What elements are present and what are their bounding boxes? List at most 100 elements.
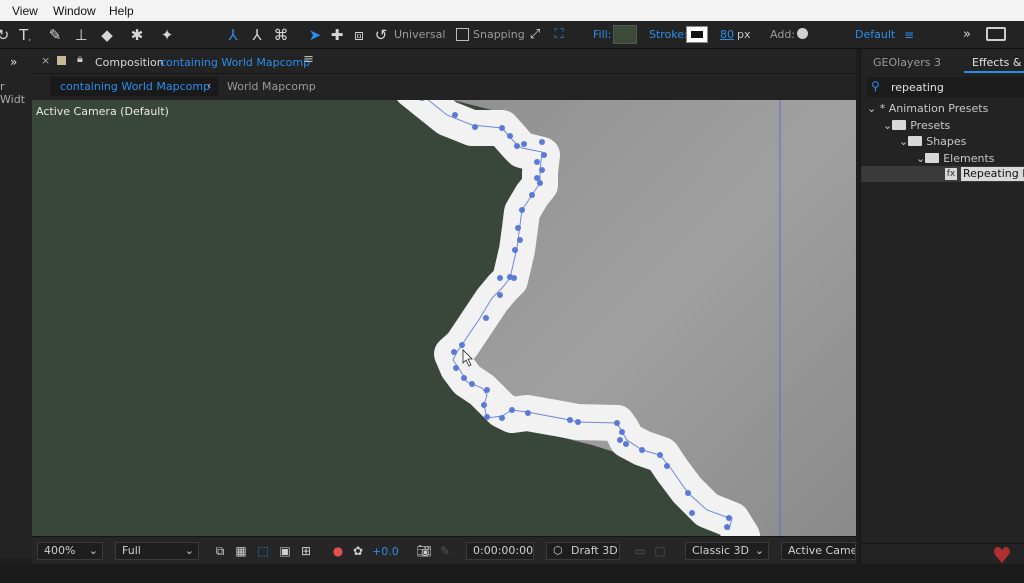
- fast-previews-icon[interactable]: ⧉: [212, 543, 228, 559]
- tab-world-mapcomp[interactable]: World Mapcomp: [227, 80, 316, 93]
- chevron-down-icon: ⌄: [867, 102, 877, 115]
- draft3d-icon: ⬡: [553, 544, 563, 557]
- exposure-value[interactable]: +0.0: [372, 545, 399, 558]
- search-field[interactable]: ⚲ repeating: [867, 77, 1024, 97]
- mask-visibility-icon[interactable]: ⬚: [255, 543, 271, 559]
- heart-logo-icon: ♥: [992, 544, 1012, 569]
- brush-tool-icon[interactable]: ✎: [44, 25, 66, 45]
- tab-geolayers[interactable]: GEOlayers 3: [873, 56, 941, 69]
- ground-plane-icon: ▭: [634, 544, 646, 558]
- current-time-display[interactable]: 0:00:00:00: [466, 542, 534, 560]
- composition-viewer[interactable]: Active Camera (Default): [32, 100, 856, 536]
- stroke-width-value[interactable]: 80: [720, 28, 734, 41]
- workspace-default[interactable]: Default: [855, 28, 895, 41]
- stroke-unit: px: [737, 28, 751, 41]
- active-tab-indicator: [964, 71, 1024, 73]
- type-tool-icon[interactable]: T,: [14, 25, 36, 45]
- menu-bar: View Window Help: [0, 0, 1024, 21]
- draft3d-label: Draft 3D: [571, 544, 618, 557]
- tree-presets[interactable]: ⌄ Presets: [883, 119, 950, 132]
- channel-icon[interactable]: ●: [330, 543, 346, 559]
- tab-active-comp-label: containing World Mapcomp: [60, 80, 211, 93]
- chevron-down-icon: ⌄: [184, 544, 194, 557]
- search-input[interactable]: repeating: [891, 81, 944, 94]
- chevron-left-icon: ‹: [207, 79, 212, 92]
- roto-brush-tool-icon[interactable]: ✱: [126, 25, 148, 45]
- add-menu-icon[interactable]: [797, 28, 808, 39]
- left-panel-label: r Widt: [0, 80, 25, 106]
- move-tool-icon[interactable]: ✚: [326, 25, 348, 45]
- stroke-swatch[interactable]: [686, 26, 708, 43]
- 3d-view-dropdown[interactable]: Active Camer...: [781, 542, 856, 560]
- snap-feather-icon[interactable]: ⛶: [548, 25, 570, 45]
- rotate-tool-icon[interactable]: ↻: [0, 25, 14, 45]
- resolution-dropdown[interactable]: Full ⌄: [115, 542, 199, 560]
- tree-label: * Animation Presets: [879, 102, 989, 115]
- tree-elements[interactable]: ⌄ Elements: [916, 152, 995, 165]
- scale-tool-icon[interactable]: ⧈: [348, 25, 370, 45]
- region-of-interest-icon[interactable]: ▣: [277, 543, 293, 559]
- stroke-label: Stroke:: [649, 28, 688, 41]
- snapping-label: Snapping: [473, 28, 525, 41]
- snapshot-icon[interactable]: 📷︎: [416, 543, 432, 559]
- chevron-down-icon: ⌄: [899, 135, 909, 148]
- viewer-canvas[interactable]: [32, 100, 856, 536]
- view-axis-mode-icon[interactable]: ⌘: [270, 25, 292, 45]
- tools-toolbar: ↻ T, ✎ ⊥ ◆ ✱ ✦ ⅄ ⅄ ⌘ ➤ ✚ ⧈ ↺ Universal S…: [0, 21, 1024, 49]
- expand-panel-icon[interactable]: »: [10, 55, 17, 69]
- composition-tab-bar: containing World Mapcomp ‹ World Mapcomp: [32, 74, 856, 100]
- eraser-tool-icon[interactable]: ◆: [96, 25, 118, 45]
- viewer-controls-bar: 400% ⌄ Full ⌄ ⧉ ▦ ⬚ ▣ ⊞ ● ✿ +0.0 📷︎ ✎ 0:00…: [32, 536, 856, 564]
- panel-menu-icon[interactable]: ≡: [303, 52, 314, 67]
- active-camera-label: Active Camera (Default): [36, 105, 169, 118]
- tree-selected-row[interactable]: fx Repeating Li: [861, 166, 1024, 182]
- composition-name: containing World Mapcomp: [160, 56, 311, 69]
- puppet-pin-tool-icon[interactable]: ✦: [156, 25, 178, 45]
- fill-swatch[interactable]: [613, 25, 637, 44]
- chevron-down-icon: ⌄: [916, 152, 926, 165]
- menu-help[interactable]: Help: [109, 4, 134, 18]
- local-axis-mode-icon[interactable]: ⅄: [222, 25, 244, 45]
- reset-exposure-icon[interactable]: ✿: [350, 543, 366, 559]
- draft3d-button[interactable]: ⬡ Draft 3D: [546, 542, 620, 560]
- status-bar: ♥: [0, 544, 1024, 583]
- show-snapshot-icon[interactable]: ✎: [437, 543, 453, 559]
- magnification-value: 400%: [44, 544, 76, 557]
- tree-label: Shapes: [926, 135, 967, 148]
- tab-active-comp[interactable]: containing World Mapcomp ‹: [50, 77, 218, 96]
- transparency-grid-icon[interactable]: ▦: [233, 543, 249, 559]
- chevron-down-icon: ⌄: [88, 544, 98, 557]
- renderer-value: Classic 3D: [692, 544, 750, 557]
- chevron-down-icon: ⌄: [883, 119, 893, 132]
- rotate-universal-icon[interactable]: ↺: [370, 25, 392, 45]
- tree-shapes[interactable]: ⌄ Shapes: [899, 135, 966, 148]
- renderer-dropdown[interactable]: Classic 3D ⌄: [685, 542, 769, 560]
- close-panel-icon[interactable]: ×: [41, 54, 50, 67]
- effects-presets-panel: GEOlayers 3 Effects & P ⚲ repeating ⌄ * …: [860, 49, 1024, 564]
- folder-icon: [908, 136, 923, 146]
- composition-prefix: Composition: [95, 56, 164, 69]
- grid-guides-icon[interactable]: ⊞: [298, 543, 314, 559]
- fill-label: Fill:: [593, 28, 612, 41]
- tree-label: Presets: [910, 119, 951, 132]
- tree-animation-presets[interactable]: ⌄ * Animation Presets: [867, 102, 988, 115]
- add-label: Add:: [770, 28, 796, 41]
- folder-icon: [892, 120, 907, 130]
- tab-effects-presets[interactable]: Effects & P: [972, 56, 1024, 69]
- snap-expand-icon[interactable]: ⤢: [524, 25, 546, 45]
- panel-color-icon: [57, 56, 66, 65]
- universal-label: Universal: [394, 28, 446, 41]
- tree-label-repeating-line: Repeating Li: [961, 167, 1024, 181]
- expand-workspaces-icon[interactable]: »: [956, 25, 978, 45]
- panel-toggle-icon[interactable]: [986, 27, 1006, 41]
- menu-window[interactable]: Window: [53, 4, 96, 18]
- resolution-value: Full: [122, 544, 141, 557]
- workspace-menu-icon[interactable]: ≡: [898, 25, 920, 45]
- clone-stamp-tool-icon[interactable]: ⊥: [70, 25, 92, 45]
- magnification-dropdown[interactable]: 400% ⌄: [37, 542, 103, 560]
- snapping-checkbox[interactable]: [456, 28, 469, 41]
- world-axis-mode-icon[interactable]: ⅄: [246, 25, 268, 45]
- selection-tool-icon[interactable]: ➤: [304, 25, 326, 45]
- menu-view[interactable]: View: [12, 4, 38, 18]
- lock-icon[interactable]: 🔒︎: [77, 52, 83, 66]
